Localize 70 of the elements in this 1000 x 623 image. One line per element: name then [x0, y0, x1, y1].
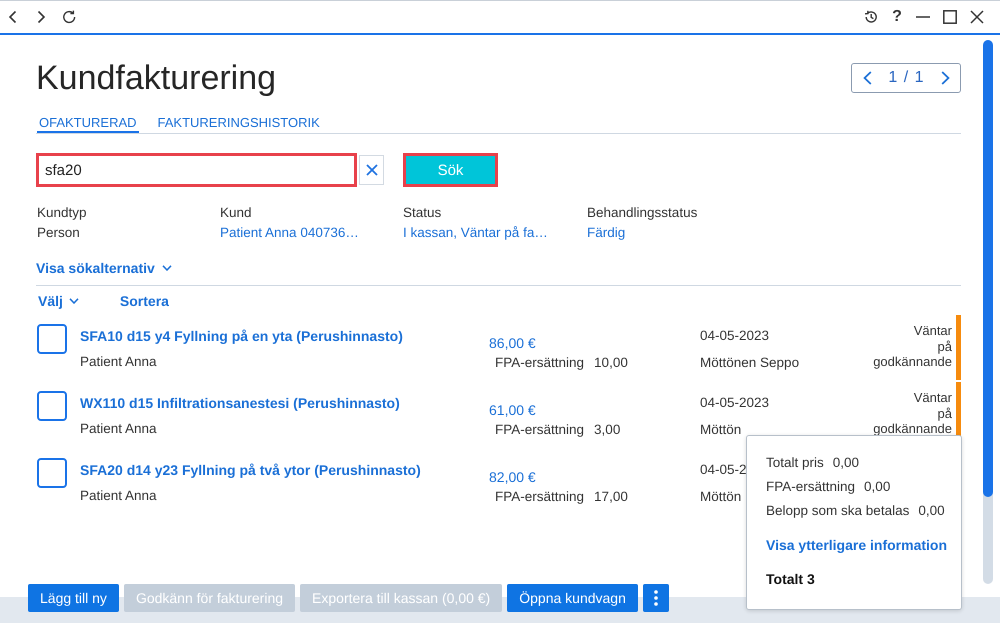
date-text: 04-05-2023 — [700, 394, 770, 412]
checkbox[interactable] — [37, 324, 67, 354]
help-button[interactable]: ? — [891, 8, 903, 26]
summary-value: 0,00 — [864, 478, 890, 496]
action-button[interactable]: Öppna kundvagn — [507, 584, 638, 612]
action-button[interactable]: Lägg till ny — [28, 584, 119, 612]
filter-value: Person — [37, 224, 80, 242]
search-options-toggle[interactable]: Visa sökalternativ — [36, 259, 172, 277]
tab[interactable]: FAKTURERINGSHISTORIK — [156, 110, 322, 133]
price-text: 86,00 € — [489, 334, 536, 353]
scrollbar[interactable] — [983, 40, 993, 584]
summary-label: Belopp som ska betalas — [766, 502, 910, 520]
reimbursement-value: 3,00 — [594, 421, 620, 439]
filter-label: Kundtyp — [37, 204, 87, 222]
checkbox[interactable] — [37, 391, 67, 421]
reimbursement-value: 10,00 — [594, 354, 628, 372]
minimize-icon[interactable] — [916, 16, 930, 18]
forward-icon[interactable] — [35, 10, 47, 24]
maximize-icon[interactable] — [943, 10, 957, 24]
filter-label: Behandlingsstatus — [587, 204, 698, 222]
total-count: Totalt 3 — [766, 570, 815, 589]
back-icon[interactable] — [7, 10, 19, 24]
patient-name: Patient Anna — [80, 420, 157, 438]
doctor-name: Möttön — [700, 421, 742, 439]
more-button[interactable] — [642, 584, 669, 612]
item-title-link[interactable]: SFA10 d15 y4 Fyllning på en yta (Perushinnasto) — [80, 326, 403, 346]
clear-button[interactable] — [359, 155, 384, 185]
doctor-name: Möttön — [700, 488, 742, 506]
page-indicator: 1 / 1 — [888, 68, 925, 86]
search-field[interactable]: sfa20 — [36, 153, 357, 187]
filter-link[interactable]: I kassan, Väntar på fa… — [403, 223, 548, 243]
more-info-link[interactable]: Visa ytterligare information — [766, 535, 948, 555]
filter-label: Status — [403, 204, 442, 222]
chevron-down-icon — [68, 298, 79, 304]
status-text: Väntar på godkännande — [873, 322, 952, 370]
item-title-link[interactable]: WX110 d15 Infiltrationsanestesi (Perushinnasto) — [80, 393, 400, 413]
reimbursement-label: FPA-ersättning — [495, 354, 584, 372]
reimbursement-label: FPA-ersättning — [495, 488, 584, 506]
select-dropdown[interactable]: Välj — [38, 292, 79, 310]
page-title: Kundfakturering — [36, 58, 276, 98]
checkbox[interactable] — [37, 458, 67, 488]
tab[interactable]: OFAKTURERAD — [37, 110, 139, 133]
clear-icon — [366, 164, 378, 176]
summary-label: FPA-ersättning — [766, 478, 856, 496]
item-title-link[interactable]: SFA20 d14 y23 Fyllning på två ytor (Perushinnasto) — [80, 460, 421, 480]
date-text: 04-05-2 — [700, 461, 747, 479]
history-icon[interactable] — [864, 10, 878, 24]
date-text: 04-05-2023 — [700, 327, 770, 345]
vertical-dots-icon — [654, 590, 658, 606]
chevron-left-icon[interactable] — [863, 70, 872, 84]
patient-name: Patient Anna — [80, 353, 157, 371]
scrollbar-thumb[interactable] — [983, 40, 993, 497]
chevron-right-icon[interactable] — [940, 70, 950, 84]
price-text: 61,00 € — [489, 401, 536, 420]
filter-link[interactable]: Patient Anna 040736… — [220, 223, 359, 243]
summary-label: Totalt pris — [766, 454, 824, 472]
filter-label: Kund — [220, 204, 252, 222]
summary-value: 0,00 — [918, 502, 945, 520]
reimbursement-value: 17,00 — [594, 488, 628, 506]
filter-link[interactable]: Färdig — [587, 223, 626, 243]
patient-name: Patient Anna — [80, 487, 157, 505]
reimbursement-label: FPA-ersättning — [495, 421, 584, 439]
summary-value: 0,00 — [832, 454, 860, 472]
chevron-down-icon — [162, 265, 172, 271]
status-text: Väntar på godkännande — [873, 389, 952, 436]
doctor-name: Möttönen Seppo — [700, 354, 800, 372]
price-text: 82,00 € — [489, 468, 536, 487]
close-icon[interactable] — [970, 10, 984, 24]
refresh-icon[interactable] — [62, 10, 76, 24]
sort-link[interactable]: Sortera — [120, 292, 169, 310]
